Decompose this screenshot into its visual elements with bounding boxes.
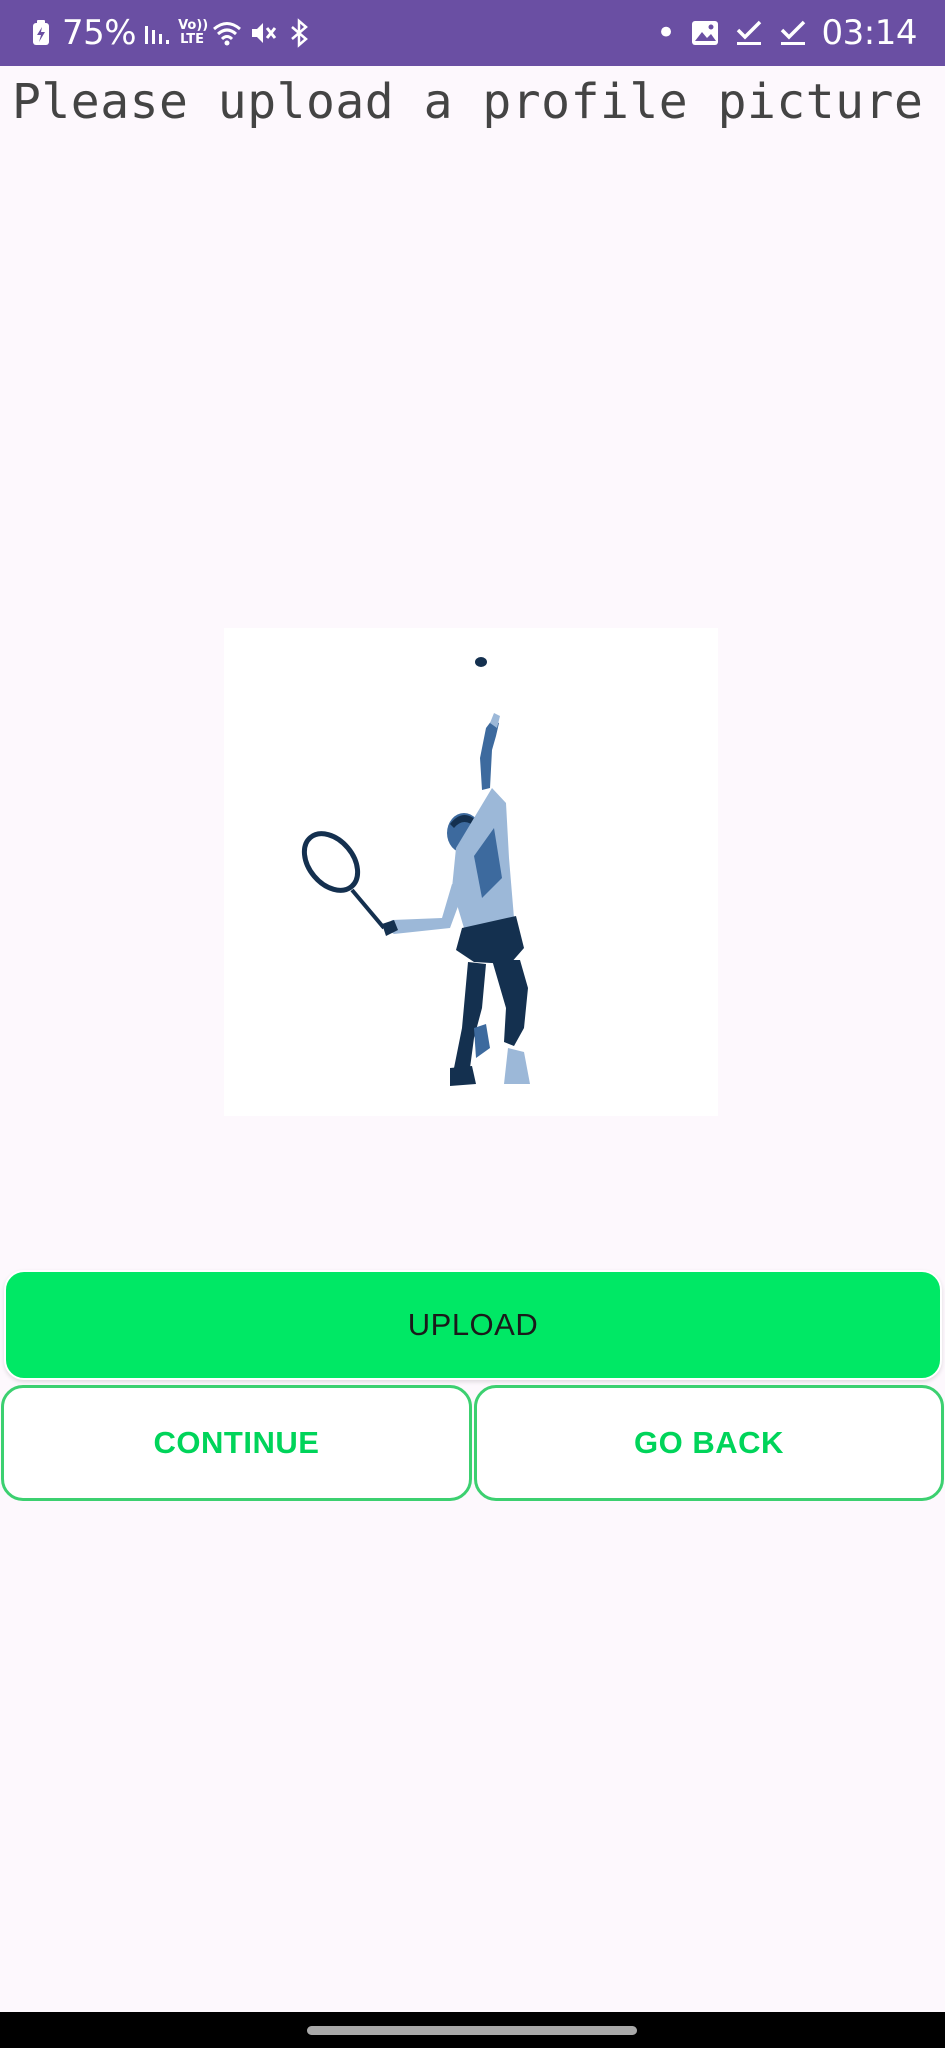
notification-dot-icon: •: [655, 13, 676, 53]
tennis-ball: [475, 657, 487, 667]
battery-charging-icon: [26, 18, 56, 48]
status-right: • 03:14: [655, 12, 918, 54]
volte-icon: Vo)) LTE: [178, 18, 209, 47]
upload-button[interactable]: UPLOAD: [4, 1270, 942, 1380]
continue-button[interactable]: CONTINUE: [1, 1385, 472, 1501]
clock: 03:14: [821, 13, 918, 53]
page-title: Please upload a profile picture: [12, 74, 924, 130]
wifi-icon: [212, 18, 242, 48]
battery-percentage: 75%: [62, 13, 137, 53]
status-bar: 75% Vo)) LTE • 03:14: [0, 0, 945, 66]
image-icon: [690, 18, 720, 48]
home-gesture-handle[interactable]: [307, 2026, 637, 2035]
signal-icon: [142, 18, 172, 48]
mute-icon: [248, 18, 278, 48]
status-left: 75% Vo)) LTE: [26, 12, 314, 54]
go-back-button[interactable]: GO BACK: [474, 1385, 944, 1501]
volte-top: Vo)): [178, 18, 209, 33]
check-icon: [734, 18, 764, 48]
tennis-player-image: [301, 657, 530, 1086]
check-icon: [778, 18, 808, 48]
bluetooth-icon: [284, 18, 314, 48]
profile-picture-preview: [224, 628, 718, 1116]
volte-bottom: LTE: [180, 32, 205, 47]
navigation-bar: [0, 2012, 945, 2048]
